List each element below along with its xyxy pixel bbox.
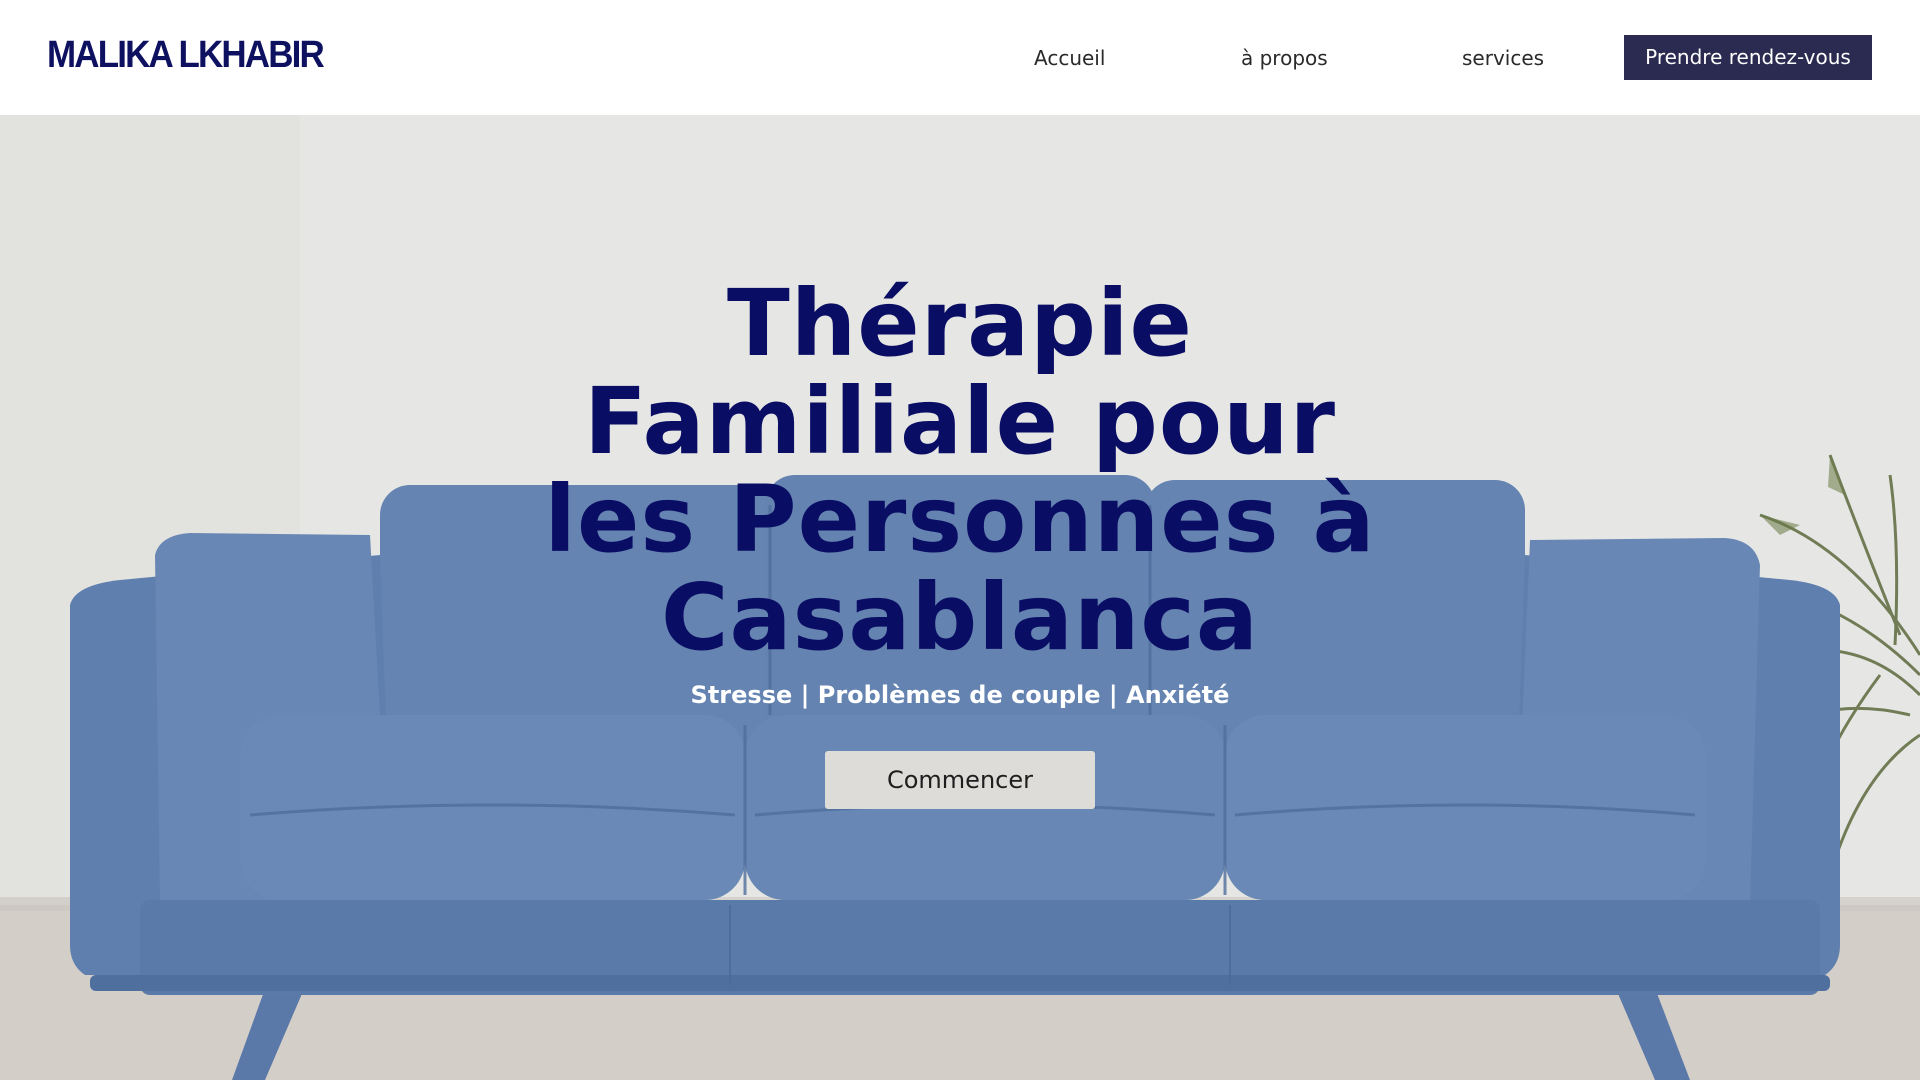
hero-title: Thérapie Familiale pour les Personnes à …	[460, 275, 1460, 667]
book-appointment-button[interactable]: Prendre rendez-vous	[1624, 35, 1872, 80]
nav-link-accueil[interactable]: Accueil	[1034, 44, 1105, 72]
hero-subtitle: Stresse | Problèmes de couple | Anxiété	[690, 681, 1230, 709]
nav-link-a-propos[interactable]: à propos	[1241, 44, 1328, 72]
hero-title-line: Thérapie	[727, 270, 1193, 377]
nav-link-services[interactable]: services	[1462, 44, 1544, 72]
site-logo[interactable]: MALIKA LKHABIR	[47, 34, 325, 77]
site-header: MALIKA LKHABIR Accueil à propos services…	[0, 0, 1920, 115]
hero-title-line: Familiale pour	[584, 368, 1336, 475]
hero-title-line: les Personnes à	[544, 466, 1376, 573]
start-button[interactable]: Commencer	[825, 751, 1095, 809]
hero-title-line: Casablanca	[660, 564, 1260, 671]
hero-section: Thérapie Familiale pour les Personnes à …	[0, 115, 1920, 1080]
